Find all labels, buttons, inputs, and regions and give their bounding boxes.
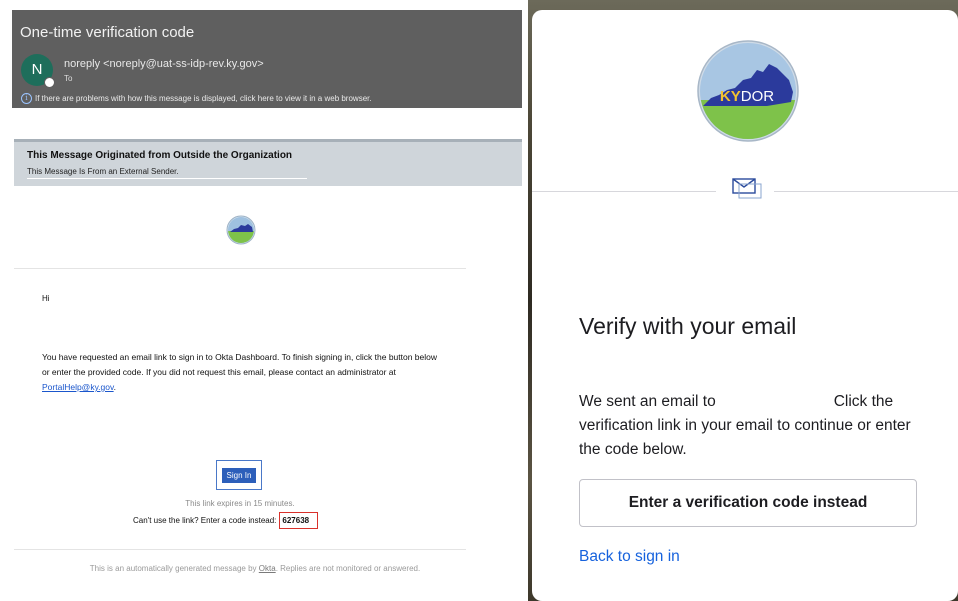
svg-text:KYDOR: KYDOR	[720, 88, 774, 105]
signin-button[interactable]: Sign In	[221, 467, 257, 483]
page-title: Verify with your email	[579, 313, 797, 339]
footer-suffix: . Replies are not monitored or answered.	[275, 564, 421, 573]
to-label: To	[64, 74, 73, 83]
help-email-link[interactable]: PortalHelp@ky.gov	[42, 382, 114, 392]
body-period: .	[113, 382, 116, 392]
mail-icon	[732, 178, 762, 199]
back-to-signin-link[interactable]: Back to sign in	[579, 548, 680, 566]
card-divider-left	[532, 191, 716, 192]
email-divider	[14, 268, 466, 269]
email-pane: One-time verification code N noreply <no…	[0, 0, 528, 601]
verify-description: We sent an email to Click the verificatio…	[579, 390, 929, 462]
presence-status-icon	[44, 77, 55, 88]
email-footer: This is an automatically generated messa…	[0, 564, 510, 573]
banner-title: This Message Originated from Outside the…	[27, 150, 293, 161]
sender-initial: N	[31, 61, 43, 78]
sender-avatar[interactable]: N	[21, 54, 55, 88]
email-subject: One-time verification code	[20, 24, 195, 41]
code-prompt: Can't use the link? Enter a code instead…	[133, 516, 277, 525]
kydor-small-logo-icon	[226, 215, 256, 245]
okta-verify-card: KYDOR Verify with your email We sent an …	[532, 10, 958, 601]
card-divider-right	[774, 191, 958, 192]
kydor-logo-icon: KYDOR	[697, 40, 799, 142]
logo-text-ky: KY	[720, 88, 741, 105]
email-body: You have requested an email link to sign…	[42, 350, 442, 395]
signin-button-frame: Sign In	[216, 460, 262, 490]
logo-text-dor: DOR	[741, 88, 775, 105]
email-greeting: Hi	[42, 294, 50, 303]
sender-address[interactable]: noreply <noreply@uat-ss-idp-rev.ky.gov>	[64, 58, 264, 70]
footer-okta-link[interactable]: Okta	[259, 564, 276, 573]
view-in-browser-bar[interactable]: i If there are problems with how this me…	[21, 93, 372, 104]
email-footer-divider	[14, 549, 466, 550]
email-header: One-time verification code N noreply <no…	[12, 10, 522, 108]
footer-prefix: This is an automatically generated messa…	[89, 564, 257, 573]
banner-subtitle: This Message Is From an External Sender.	[27, 167, 307, 179]
enter-code-button[interactable]: Enter a verification code instead	[579, 479, 917, 527]
email-body-text: You have requested an email link to sign…	[42, 352, 438, 377]
verification-code: 627638	[279, 512, 319, 529]
desc-part1: We sent an email to	[579, 393, 716, 410]
external-sender-banner: This Message Originated from Outside the…	[14, 139, 522, 186]
info-icon: i	[21, 93, 32, 104]
info-bar-text: If there are problems with how this mess…	[35, 94, 372, 103]
code-line: Can't use the link? Enter a code instead…	[133, 512, 319, 529]
link-expiry-text: This link expires in 15 minutes.	[185, 499, 295, 508]
mail-badge	[729, 174, 765, 202]
